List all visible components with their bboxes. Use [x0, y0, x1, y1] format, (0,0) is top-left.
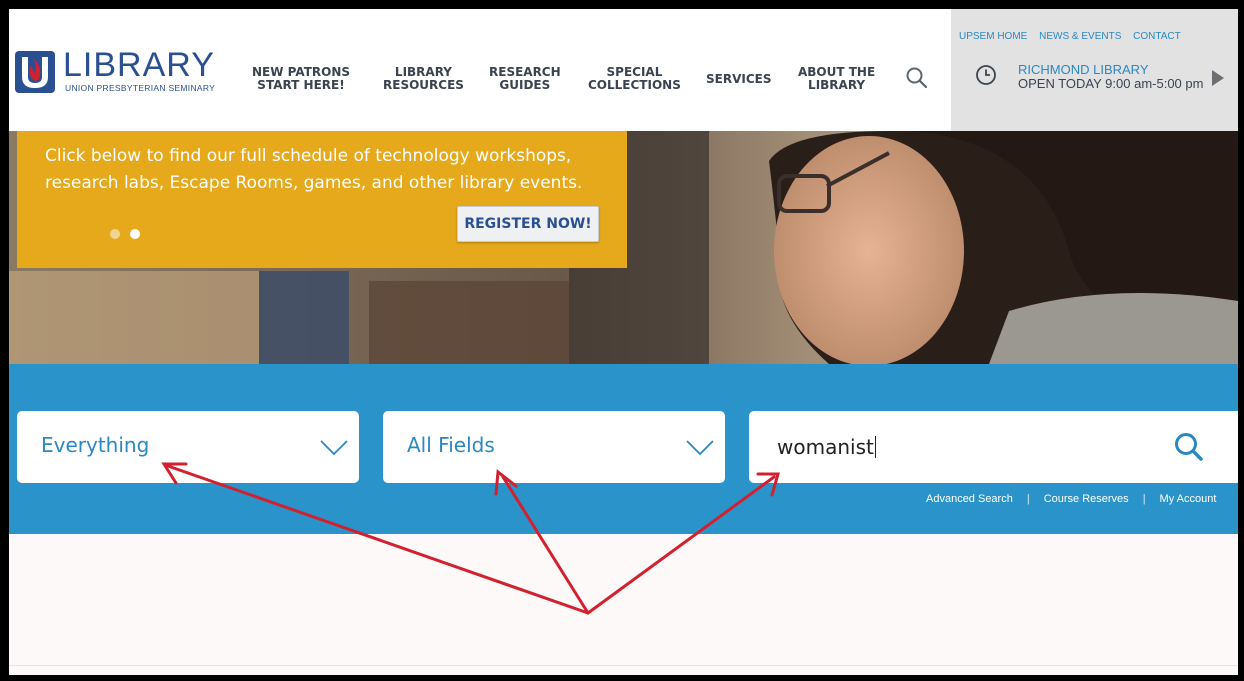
search-input[interactable]: womanist	[749, 411, 1238, 483]
chevron-down-icon	[320, 440, 348, 456]
nav-research-guides[interactable]: RESEARCH GUIDES	[489, 66, 561, 92]
search-icon[interactable]	[905, 66, 929, 90]
carousel-dot-1[interactable]	[110, 229, 120, 239]
nav-library-resources[interactable]: LIBRARY RESOURCES	[383, 66, 464, 92]
hero-banner: Click below to find our full schedule of…	[9, 131, 1238, 364]
clock-icon	[976, 65, 996, 85]
search-query-text: womanist	[777, 435, 874, 459]
nav-label-line2: COLLECTIONS	[588, 78, 681, 92]
search-sub-links: Advanced Search | Course Reserves | My Accou…	[926, 493, 1216, 505]
nav-label-line1: SERVICES	[706, 72, 772, 86]
site-header: LIBRARY UNION PRESBYTERIAN SEMINARY NEW …	[9, 9, 1238, 131]
nav-special-collections[interactable]: SPECIAL COLLECTIONS	[588, 66, 681, 92]
upsem-home-link[interactable]: UPSEM HOME	[959, 31, 1027, 42]
library-info-panel: UPSEM HOME NEWS & EVENTS CONTACT RICHMON…	[951, 9, 1238, 131]
chevron-down-icon	[686, 440, 714, 456]
content-divider	[9, 665, 1238, 666]
course-reserves-link[interactable]: Course Reserves	[1044, 493, 1129, 505]
field-select[interactable]: All Fields	[383, 411, 725, 483]
library-logo[interactable]: LIBRARY UNION PRESBYTERIAN SEMINARY	[15, 46, 216, 99]
logo-mark-icon	[15, 51, 55, 93]
scope-select[interactable]: Everything	[17, 411, 359, 483]
nav-label-line2: START HERE!	[257, 78, 345, 92]
search-submit-icon[interactable]	[1173, 431, 1205, 463]
news-events-link[interactable]: NEWS & EVENTS	[1039, 31, 1121, 42]
promo-text: Click below to find our full schedule of…	[45, 146, 583, 193]
text-caret	[874, 436, 876, 458]
nav-about-library[interactable]: ABOUT THE LIBRARY	[798, 66, 875, 92]
library-hours: OPEN TODAY 9:00 am-5:00 pm	[1018, 76, 1204, 91]
search-query: womanist	[777, 435, 876, 459]
logo-title: LIBRARY	[63, 46, 215, 84]
nav-label-line2: RESOURCES	[383, 78, 464, 92]
play-arrow-icon[interactable]	[1212, 70, 1224, 86]
field-select-value: All Fields	[407, 433, 495, 457]
nav-new-patrons[interactable]: NEW PATRONS START HERE!	[252, 66, 350, 92]
utility-links: UPSEM HOME NEWS & EVENTS CONTACT	[959, 31, 1190, 42]
promo-panel: Click below to find our full schedule of…	[17, 131, 627, 268]
nav-label-line2: GUIDES	[499, 78, 551, 92]
carousel-dot-2[interactable]	[130, 229, 141, 239]
my-account-link[interactable]: My Account	[1160, 493, 1217, 505]
link-separator: |	[1026, 493, 1030, 505]
carousel-dots	[110, 226, 146, 244]
logo-subtitle: UNION PRESBYTERIAN SEMINARY	[65, 83, 216, 93]
register-now-button[interactable]: REGISTER NOW!	[457, 206, 599, 242]
library-name[interactable]: RICHMOND LIBRARY	[1018, 62, 1149, 77]
scope-select-value: Everything	[41, 433, 150, 457]
link-separator: |	[1142, 493, 1146, 505]
search-band: Everything All Fields womanist Advanced …	[9, 364, 1238, 534]
contact-link[interactable]: CONTACT	[1133, 31, 1181, 42]
advanced-search-link[interactable]: Advanced Search	[926, 493, 1013, 505]
browser-viewport: LIBRARY UNION PRESBYTERIAN SEMINARY NEW …	[9, 9, 1238, 675]
nav-services[interactable]: SERVICES	[706, 73, 771, 86]
nav-label-line2: LIBRARY	[808, 78, 866, 92]
